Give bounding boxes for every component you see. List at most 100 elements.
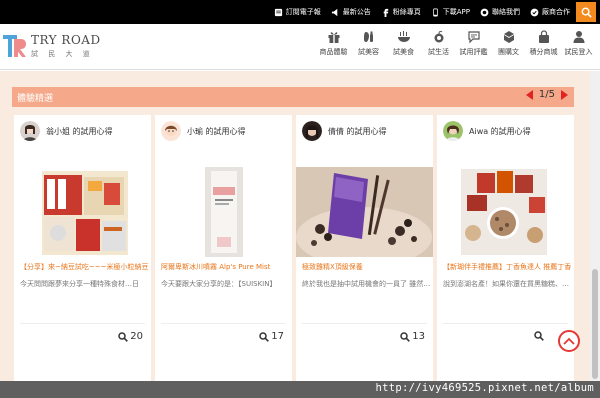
partnership-link[interactable]: 廠商合作: [530, 7, 570, 17]
partnership-icon: [530, 8, 539, 16]
view-count: 20: [118, 331, 143, 342]
magnifier-icon: [400, 331, 411, 342]
card-user: 小瑜 的試用心得: [161, 121, 246, 141]
watermark-bar: http://ivy469525.pixnet.net/album: [0, 381, 600, 398]
card-divider: [302, 323, 427, 324]
facebook-icon: [383, 8, 388, 17]
top-utility-bar: 訂閱電子報 最新公告 粉絲專頁 下載APP 聯絡我們 廠商合作: [0, 0, 600, 24]
card-user: 翁小姐 的試用心得: [20, 121, 113, 141]
nav-item-product-trial[interactable]: 商品體驗: [316, 30, 351, 57]
gift-icon: [328, 32, 339, 43]
review-card[interactable]: 小瑜 的試用心得 阿爾卑斯冰川噴霧 Alp's Pure Mist 今天要跟大家…: [155, 115, 292, 385]
card-photo[interactable]: [296, 167, 433, 257]
newsletter-link[interactable]: 訂閱電子報: [274, 7, 321, 17]
search-icon: [581, 7, 592, 18]
card-user: Aiwa 的試用心得: [443, 121, 531, 141]
back-to-top-button[interactable]: [558, 330, 580, 352]
announcement-icon: [331, 8, 338, 16]
logo-mark-icon: [3, 33, 27, 59]
card-photo[interactable]: [14, 167, 151, 257]
card-title[interactable]: 【分享】來~納豆試吃~~~米極小粒納豆: [20, 262, 148, 272]
card-divider: [20, 323, 145, 324]
user-name: 翁小姐 的試用心得: [46, 126, 113, 136]
card-photo[interactable]: [437, 167, 574, 257]
view-count-value: 20: [130, 331, 143, 342]
facebook-label: 粉絲專頁: [392, 8, 421, 16]
magnifier-icon: [534, 331, 544, 341]
user-icon: [573, 31, 584, 43]
review-card[interactable]: Aiwa 的試用心得 【新瑚伴手禮推薦】丁香魚達人 推薦丁香 說到澎湖名產！如果…: [437, 115, 574, 385]
nav-item-login[interactable]: 試民登入: [561, 30, 596, 57]
card-photo[interactable]: [155, 167, 292, 257]
newsletter-icon: [274, 8, 282, 16]
nav-item-beauty[interactable]: 試美容: [351, 30, 386, 57]
card-title[interactable]: 極致雞精X頂級保養: [302, 262, 430, 272]
nav-label: 試民登入: [564, 48, 593, 56]
mobile-app-icon: [433, 7, 438, 17]
contact-label: 聯絡我們: [492, 8, 520, 16]
chevron-up-icon: [563, 337, 575, 345]
view-count: [534, 331, 546, 341]
nav-item-shop[interactable]: 積分商城: [526, 30, 561, 57]
shop-icon: [538, 30, 549, 43]
nav-label: 試美容: [358, 48, 379, 56]
food-icon: [397, 31, 410, 42]
app-download-link[interactable]: 下載APP: [431, 7, 470, 17]
announcement-label: 最新公告: [342, 8, 371, 16]
avatar[interactable]: [302, 121, 322, 141]
contact-icon: [480, 8, 489, 16]
view-count-value: 17: [271, 331, 284, 342]
group-buy-icon: [503, 31, 514, 43]
page-scrollbar[interactable]: [590, 71, 600, 381]
newsletter-label: 訂閱電子報: [285, 8, 321, 16]
nav-item-review[interactable]: 試用評鑑: [456, 30, 491, 57]
view-count: 17: [259, 331, 284, 342]
card-title[interactable]: 阿爾卑斯冰川噴霧 Alp's Pure Mist: [161, 262, 289, 272]
scrollbar-thumb[interactable]: [592, 269, 598, 379]
user-name: Aiwa 的試用心得: [469, 126, 531, 136]
magnifier-icon: [118, 331, 129, 342]
prev-arrow-icon[interactable]: [525, 89, 533, 100]
nav-item-life[interactable]: 試生活: [421, 30, 456, 57]
beauty-icon: [363, 31, 373, 42]
site-header: TRY ROAD 試 民 大 道 商品體驗 試美容 試美食 試生活 試用評鑑 團…: [0, 24, 600, 70]
search-button[interactable]: [576, 2, 596, 22]
utility-links: 訂閱電子報 最新公告 粉絲專頁 下載APP 聯絡我們 廠商合作: [274, 0, 570, 24]
review-icon: [467, 31, 480, 44]
nav-item-food[interactable]: 試美食: [386, 30, 421, 57]
avatar[interactable]: [161, 121, 181, 141]
card-title[interactable]: 【新瑚伴手禮推薦】丁香魚達人 推薦丁香: [443, 262, 571, 272]
carousel-pager: 1/5: [525, 89, 568, 100]
magnifier-icon: [259, 331, 270, 342]
nav-label: 商品體驗: [319, 48, 348, 56]
view-count: 13: [400, 331, 425, 342]
avatar[interactable]: [20, 121, 40, 141]
nav-label: 團購文: [498, 48, 519, 56]
life-icon: [434, 30, 443, 43]
nav-label: 試用評鑑: [459, 48, 488, 56]
user-name: 倩倩 的試用心得: [328, 126, 387, 136]
logo-text: TRY ROAD: [31, 33, 101, 47]
review-card[interactable]: 倩倩 的試用心得 極致雞精X頂級保養 終於我也是抽中試用機會的一員了 雖然… 1…: [296, 115, 433, 385]
card-excerpt: 終於我也是抽中試用機會的一員了 雖然…: [302, 280, 430, 288]
review-card[interactable]: 翁小姐 的試用心得 【分享】來~納豆試吃~~~米極小粒納豆 今天問問跟夢來分享一…: [14, 115, 151, 385]
page-indicator: 1/5: [538, 89, 555, 100]
watermark-url: http://ivy469525.pixnet.net/album: [375, 382, 594, 394]
card-excerpt: 今天問問跟夢來分享一種特殊食材…日: [20, 280, 139, 288]
card-divider: [161, 323, 286, 324]
contact-link[interactable]: 聯絡我們: [480, 7, 520, 17]
facebook-link[interactable]: 粉絲專頁: [381, 7, 421, 17]
app-download-label: 下載APP: [442, 8, 470, 16]
site-logo[interactable]: TRY ROAD 試 民 大 道: [3, 33, 101, 59]
next-arrow-icon[interactable]: [561, 89, 568, 100]
nav-label: 試生活: [428, 48, 449, 56]
avatar[interactable]: [443, 121, 463, 141]
partnership-label: 廠商合作: [542, 8, 570, 16]
announcement-link[interactable]: 最新公告: [331, 7, 371, 17]
section-title: 體驗精選: [17, 94, 54, 104]
card-divider: [443, 323, 568, 324]
nav-label: 積分商城: [529, 48, 558, 56]
card-excerpt: 說到澎湖名產！如果你還在買黑糖糕、…: [443, 280, 569, 288]
nav-item-group-buy[interactable]: 團購文: [491, 30, 526, 57]
logo-subtext: 試 民 大 道: [31, 50, 94, 58]
